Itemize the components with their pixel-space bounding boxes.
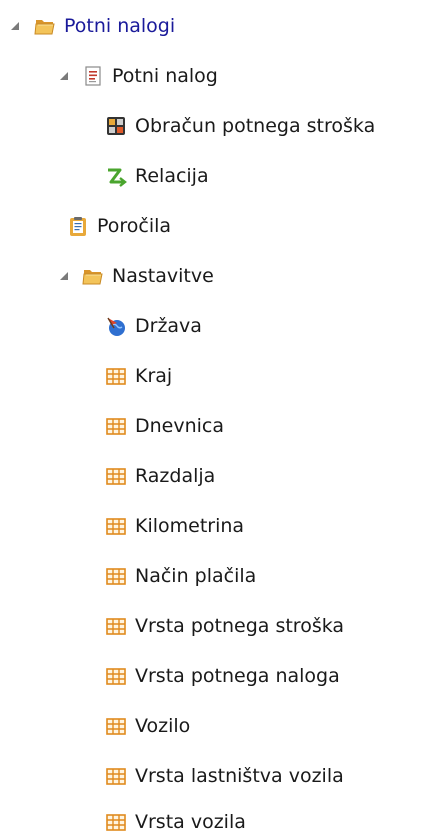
navigation-tree: Potni nalogi Potni nalog Obračun potnega…	[0, 0, 439, 839]
tree-node-label: Potni nalogi	[64, 15, 176, 37]
calculator-icon	[105, 115, 127, 137]
tree-node-vrsta-lastnistva-vozila[interactable]: Vrsta lastništva vozila	[105, 759, 344, 793]
table-icon	[105, 615, 127, 637]
table-icon	[105, 811, 127, 833]
tree-node-nastavitve[interactable]: Nastavitve	[82, 259, 214, 293]
tree-node-label: Relacija	[135, 165, 209, 187]
table-icon	[105, 365, 127, 387]
report-clipboard-icon	[67, 215, 89, 237]
table-icon	[105, 765, 127, 787]
table-icon	[105, 715, 127, 737]
tree-node-label: Država	[135, 315, 202, 337]
tree-node-potni-nalogi[interactable]: Potni nalogi	[34, 9, 175, 43]
tree-node-label: Vrsta lastništva vozila	[135, 765, 344, 787]
tree-node-vozilo[interactable]: Vozilo	[105, 709, 190, 743]
tree-node-obracun-potnega-stroska[interactable]: Obračun potnega stroška	[105, 109, 375, 143]
tree-node-vrsta-potnega-stroska[interactable]: Vrsta potnega stroška	[105, 609, 344, 643]
expand-collapse-toggle-icon[interactable]	[58, 70, 70, 82]
tree-node-label: Vrsta potnega naloga	[135, 665, 340, 687]
table-icon	[105, 515, 127, 537]
tree-node-nacin-placila[interactable]: Način plačila	[105, 559, 256, 593]
tree-node-label: Vrsta vozila	[135, 811, 246, 833]
tree-node-label: Dnevnica	[135, 415, 225, 437]
tree-node-drzava[interactable]: Država	[105, 309, 202, 343]
folder-open-icon	[82, 265, 104, 287]
tree-node-label: Nastavitve	[112, 265, 214, 287]
tree-node-label: Razdalja	[135, 465, 216, 487]
expand-collapse-toggle-icon[interactable]	[9, 20, 21, 32]
table-icon	[105, 465, 127, 487]
globe-flag-icon	[105, 315, 127, 337]
tree-node-label: Način plačila	[135, 565, 257, 587]
tree-node-kraj[interactable]: Kraj	[105, 359, 172, 393]
tree-node-vrsta-vozila[interactable]: Vrsta vozila	[105, 805, 246, 839]
document-icon	[82, 65, 104, 87]
tree-node-razdalja[interactable]: Razdalja	[105, 459, 215, 493]
tree-node-label: Kilometrina	[135, 515, 245, 537]
tree-node-kilometrina[interactable]: Kilometrina	[105, 509, 244, 543]
tree-node-potni-nalog[interactable]: Potni nalog	[82, 59, 218, 93]
table-icon	[105, 565, 127, 587]
expand-collapse-toggle-icon[interactable]	[58, 270, 70, 282]
route-arrow-icon	[105, 165, 127, 187]
table-icon	[105, 415, 127, 437]
tree-node-label: Kraj	[135, 365, 173, 387]
tree-node-label: Obračun potnega stroška	[135, 115, 376, 137]
tree-node-label: Vrsta potnega stroška	[135, 615, 345, 637]
tree-node-label: Poročila	[97, 215, 172, 237]
tree-node-vrsta-potnega-naloga[interactable]: Vrsta potnega naloga	[105, 659, 340, 693]
folder-open-icon	[34, 15, 56, 37]
tree-node-label: Potni nalog	[112, 65, 218, 87]
tree-node-porocila[interactable]: Poročila	[67, 209, 171, 243]
tree-node-label: Vozilo	[135, 715, 191, 737]
tree-node-dnevnica[interactable]: Dnevnica	[105, 409, 224, 443]
tree-node-relacija[interactable]: Relacija	[105, 159, 209, 193]
table-icon	[105, 665, 127, 687]
